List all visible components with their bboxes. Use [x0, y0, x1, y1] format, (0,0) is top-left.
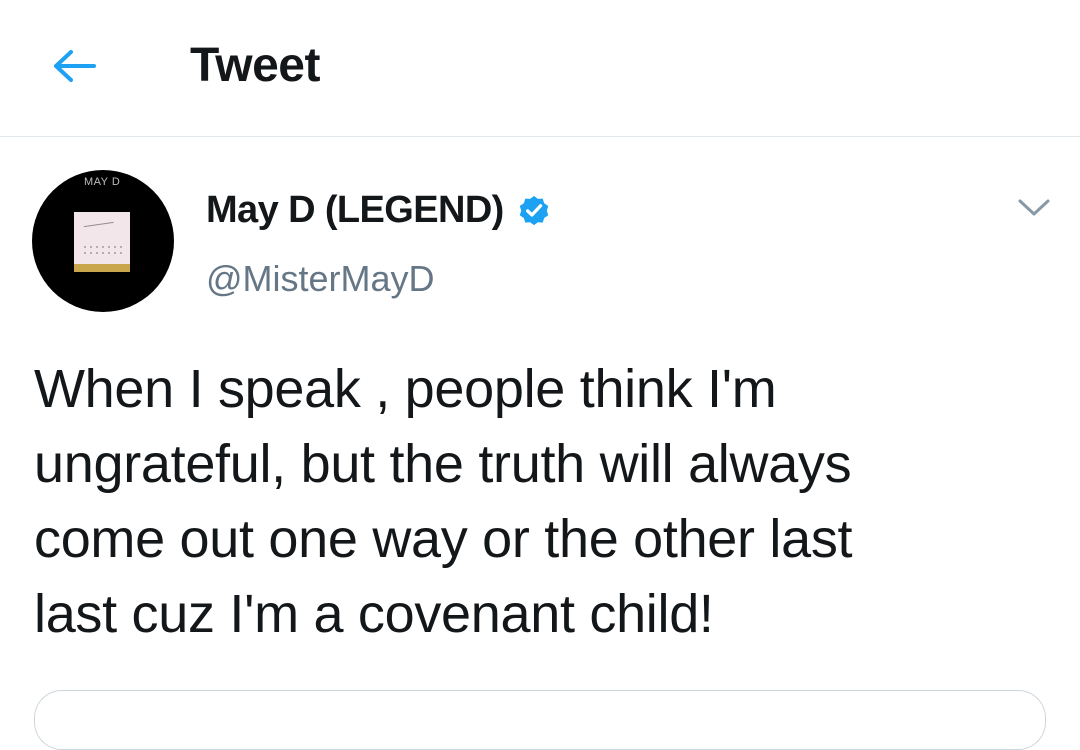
author-display-name-row[interactable]: May D (LEGEND) [206, 187, 552, 233]
embedded-card[interactable] [34, 690, 1046, 750]
top-bar: Tweet [0, 0, 1080, 137]
verified-badge-icon [516, 192, 552, 228]
tweet-options-button[interactable] [1010, 188, 1058, 232]
page-title: Tweet [190, 39, 320, 92]
arrow-left-icon [51, 49, 97, 88]
avatar-artwork [74, 212, 130, 272]
tweet-text: When I speak , people think I'm ungratef… [34, 359, 853, 644]
author-display-name: May D (LEGEND) [206, 189, 504, 231]
chevron-down-icon [1017, 198, 1051, 223]
author-handle[interactable]: @MisterMayD [206, 256, 435, 302]
avatar-caption: MAY D [84, 176, 121, 188]
back-button[interactable] [44, 40, 104, 96]
avatar[interactable]: MAY D [32, 170, 174, 312]
